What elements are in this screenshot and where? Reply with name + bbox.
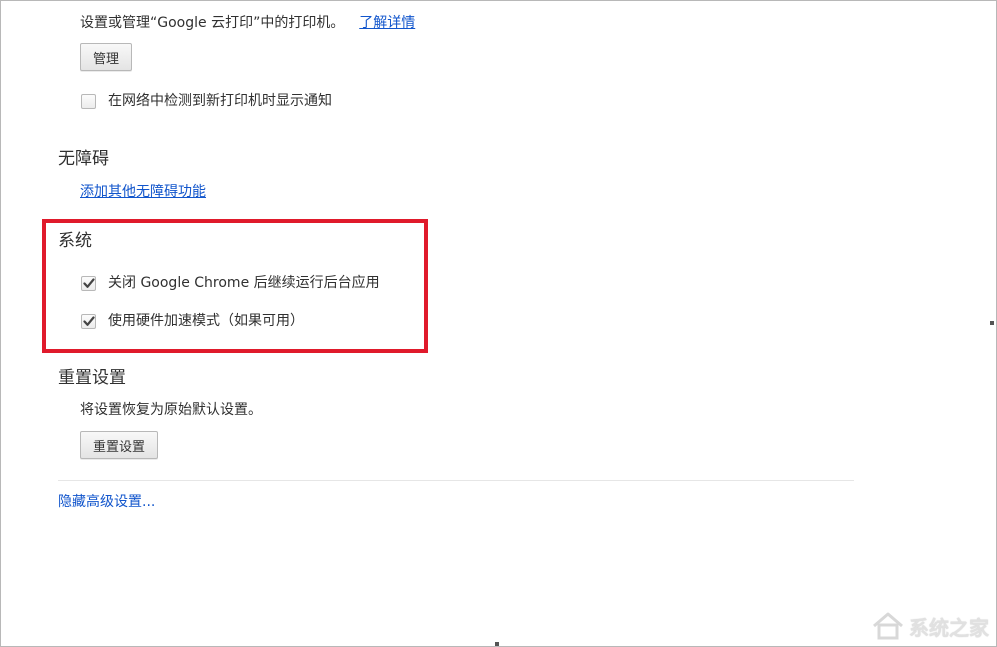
settings-page: 设置或管理“Google 云打印”中的打印机。 了解详情 管理 在网络中检测到新… bbox=[0, 0, 997, 647]
notify-new-printers-row[interactable]: 在网络中检测到新打印机时显示通知 bbox=[81, 91, 332, 111]
edge-marker bbox=[495, 642, 499, 646]
learn-more-link[interactable]: 了解详情 bbox=[359, 15, 415, 31]
watermark-text: 系统之家 bbox=[909, 615, 989, 640]
system-section-title: 系统 bbox=[58, 231, 92, 251]
add-accessibility-features-line: 添加其他无障碍功能 bbox=[80, 183, 206, 201]
reset-settings-button[interactable]: 重置设置 bbox=[80, 431, 159, 459]
reset-description: 将设置恢复为原始默认设置。 bbox=[80, 402, 262, 418]
hardware-accel-label: 使用硬件加速模式（如果可用） bbox=[108, 313, 304, 329]
add-accessibility-features-link[interactable]: 添加其他无障碍功能 bbox=[80, 184, 206, 200]
checkmark-icon bbox=[82, 315, 95, 326]
reset-section-title: 重置设置 bbox=[58, 368, 126, 388]
cloud-print-description: 设置或管理“Google 云打印”中的打印机。 bbox=[80, 15, 345, 31]
hide-advanced-settings-link[interactable]: 隐藏高级设置... bbox=[58, 494, 155, 510]
cloud-print-description-line: 设置或管理“Google 云打印”中的打印机。 了解详情 bbox=[80, 14, 415, 32]
background-apps-label: 关闭 Google Chrome 后继续运行后台应用 bbox=[108, 275, 380, 291]
background-apps-row[interactable]: 关闭 Google Chrome 后继续运行后台应用 bbox=[81, 273, 380, 293]
notify-new-printers-checkbox[interactable] bbox=[81, 93, 96, 109]
checkmark-icon bbox=[82, 277, 95, 288]
hardware-accel-checkbox[interactable] bbox=[81, 313, 96, 329]
hardware-accel-row[interactable]: 使用硬件加速模式（如果可用） bbox=[81, 311, 304, 331]
site-watermark: 系统之家 bbox=[871, 611, 989, 641]
accessibility-section-title: 无障碍 bbox=[58, 149, 109, 169]
house-logo-icon bbox=[873, 612, 903, 640]
section-divider bbox=[58, 480, 854, 481]
edge-marker bbox=[990, 321, 994, 325]
manage-printers-button[interactable]: 管理 bbox=[80, 43, 133, 71]
notify-new-printers-label: 在网络中检测到新打印机时显示通知 bbox=[108, 93, 332, 109]
hide-advanced-line: 隐藏高级设置... bbox=[58, 493, 155, 511]
background-apps-checkbox[interactable] bbox=[81, 275, 96, 291]
